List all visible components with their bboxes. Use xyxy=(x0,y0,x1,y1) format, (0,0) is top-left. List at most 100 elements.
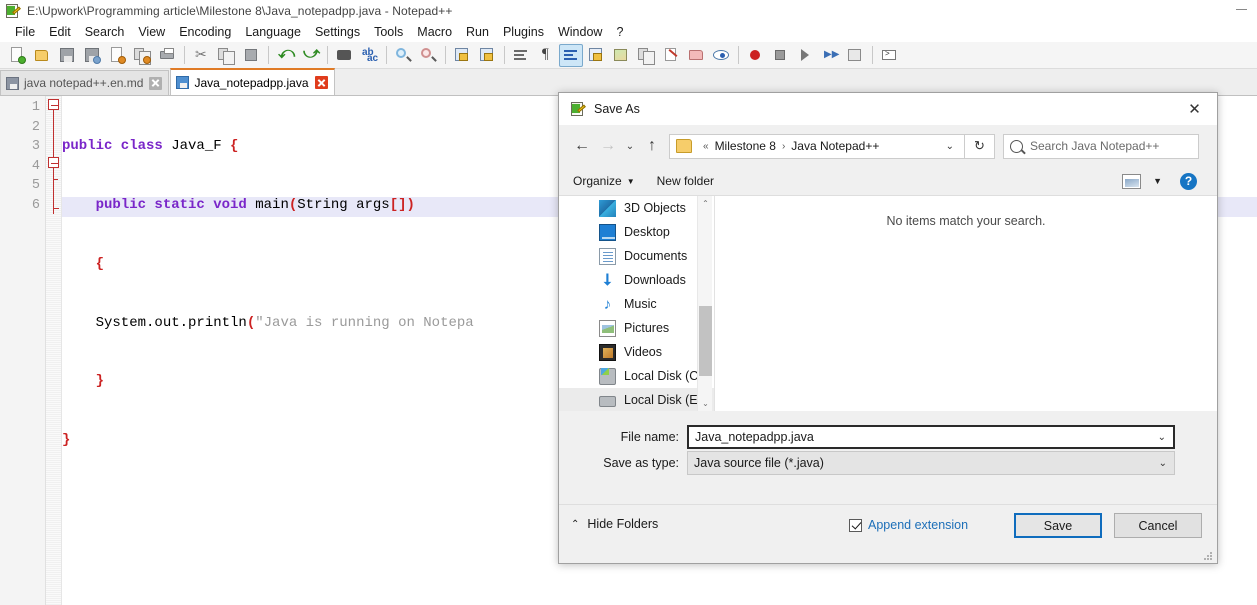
chevron-down-icon[interactable]: ▼ xyxy=(1153,176,1162,186)
menu-item-edit[interactable]: Edit xyxy=(42,23,78,41)
save-button[interactable]: Save xyxy=(1014,513,1102,538)
new-folder-button[interactable]: New folder xyxy=(657,174,714,188)
hide-folders-button[interactable]: ⌃ Hide Folders xyxy=(571,517,658,531)
filename-input[interactable]: Java_notepadpp.java ⌄ xyxy=(687,425,1175,449)
cancel-button[interactable]: Cancel xyxy=(1114,513,1202,538)
navigation-pane-scrollbar[interactable]: ⌃ ⌄ xyxy=(697,196,712,411)
zoom-out-icon xyxy=(419,46,437,64)
nav-item-videos[interactable]: Videos xyxy=(559,340,714,364)
copy-button[interactable] xyxy=(214,44,238,67)
sync-vertical-button[interactable] xyxy=(450,44,474,67)
breadcrumb-segment-milestone8[interactable]: Milestone 8 xyxy=(715,139,776,153)
menu-item-run[interactable]: Run xyxy=(459,23,496,41)
forward-button[interactable]: → xyxy=(595,133,621,159)
chevron-down-icon[interactable]: ⌄ xyxy=(938,141,962,152)
close-icon[interactable] xyxy=(314,76,328,89)
macro-save-button[interactable] xyxy=(843,44,867,67)
close-file-button[interactable] xyxy=(105,44,129,67)
fold-toggle-icon[interactable] xyxy=(48,157,59,168)
recent-locations-button[interactable]: ⌄ xyxy=(621,133,639,159)
zoom-in-button[interactable] xyxy=(391,44,415,67)
code-segment: "Java is running on Notepa xyxy=(255,314,474,331)
nav-item-pictures[interactable]: Pictures xyxy=(559,316,714,340)
file-list[interactable]: No items match your search. xyxy=(715,196,1217,411)
back-button[interactable]: ← xyxy=(569,133,595,159)
chevron-down-icon[interactable]: ⌄ xyxy=(1159,458,1170,469)
print-button[interactable] xyxy=(155,44,179,67)
zoom-out-button[interactable] xyxy=(416,44,440,67)
organize-button[interactable]: Organize ▼ xyxy=(573,174,635,188)
nav-item-3d-objects[interactable]: 3D Objects xyxy=(559,196,714,220)
menu-item-view[interactable]: View xyxy=(131,23,172,41)
search-input[interactable]: Search Java Notepad++ xyxy=(1003,133,1199,159)
chevron-down-icon[interactable]: ⌄ xyxy=(1158,432,1169,443)
folder-as-workspace-button[interactable] xyxy=(684,44,708,67)
redo-button[interactable]: ⤻ xyxy=(298,44,322,67)
append-extension-label: Append extension xyxy=(868,518,969,532)
close-icon[interactable]: ✕ xyxy=(1172,93,1217,125)
user-defined-dialog-button[interactable] xyxy=(584,44,608,67)
macro-playback-multiple-button[interactable]: ▶▶ xyxy=(818,44,842,67)
help-icon[interactable]: ? xyxy=(1180,172,1197,190)
monitoring-button[interactable] xyxy=(709,44,733,67)
macro-play-button[interactable] xyxy=(793,44,817,67)
menu-item-search[interactable]: Search xyxy=(78,23,132,41)
tab-java-notepadpp-en-md[interactable]: java notepad++.en.md xyxy=(0,70,170,95)
show-all-characters-icon: ¶ xyxy=(542,46,549,62)
edit-document-button[interactable] xyxy=(659,44,683,67)
resize-grip[interactable] xyxy=(1204,550,1214,560)
scroll-down-icon[interactable]: ⌄ xyxy=(698,396,713,411)
function-list-button[interactable] xyxy=(634,44,658,67)
indent-guideline-button[interactable] xyxy=(559,43,583,67)
nav-item-downloads[interactable]: ⭣ Downloads xyxy=(559,268,714,292)
macro-stop-button[interactable] xyxy=(768,44,792,67)
menu-item-encoding[interactable]: Encoding xyxy=(172,23,238,41)
nav-item-local-disk-c[interactable]: Local Disk (C:) xyxy=(559,364,714,388)
menu-item-help[interactable]: ? xyxy=(609,23,630,41)
breadcrumb-overflow[interactable]: « xyxy=(703,141,709,152)
paste-button[interactable] xyxy=(239,44,263,67)
fold-toggle-icon[interactable] xyxy=(48,99,59,110)
navigation-pane[interactable]: 3D Objects Desktop Documents ⭣ Downloads… xyxy=(559,196,714,411)
sync-horizontal-button[interactable] xyxy=(475,44,499,67)
menu-item-file[interactable]: File xyxy=(8,23,42,41)
breadcrumb-segment-java-notepadpp[interactable]: Java Notepad++ xyxy=(791,139,879,153)
menu-item-macro[interactable]: Macro xyxy=(410,23,459,41)
close-all-button[interactable] xyxy=(130,44,154,67)
close-icon[interactable] xyxy=(149,76,163,90)
menu-item-window[interactable]: Window xyxy=(551,23,609,41)
minimize-button[interactable] xyxy=(1236,9,1247,10)
document-map-button[interactable] xyxy=(609,44,633,67)
scroll-up-icon[interactable]: ⌃ xyxy=(698,196,713,211)
nav-item-local-disk-e[interactable]: Local Disk (E:) xyxy=(559,388,714,411)
change-view-icon[interactable] xyxy=(1122,173,1142,189)
menu-item-plugins[interactable]: Plugins xyxy=(496,23,551,41)
menu-item-settings[interactable]: Settings xyxy=(308,23,367,41)
code-folding-column[interactable] xyxy=(46,96,62,605)
word-wrap-button[interactable] xyxy=(509,44,533,67)
up-button[interactable]: ↑ xyxy=(639,133,665,159)
show-all-characters-button[interactable]: ¶ xyxy=(534,44,558,67)
menu-item-tools[interactable]: Tools xyxy=(367,23,410,41)
cut-button[interactable]: ✂ xyxy=(189,44,213,67)
address-bar[interactable]: « Milestone 8 › Java Notepad++ ⌄ xyxy=(669,133,965,159)
refresh-button[interactable]: ↻ xyxy=(965,133,995,159)
undo-button[interactable]: ⤺ xyxy=(273,44,297,67)
menu-item-language[interactable]: Language xyxy=(238,23,308,41)
find-button[interactable] xyxy=(332,44,356,67)
nav-item-documents[interactable]: Documents xyxy=(559,244,714,268)
save-all-button[interactable] xyxy=(80,44,104,67)
open-file-button[interactable] xyxy=(30,44,54,67)
save-button[interactable] xyxy=(55,44,79,67)
checkbox-checked-icon[interactable] xyxy=(849,518,862,532)
append-extension-checkbox[interactable]: Append extension xyxy=(849,518,968,532)
scrollbar-thumb[interactable] xyxy=(699,306,712,376)
run-console-button[interactable] xyxy=(877,44,901,67)
nav-item-desktop[interactable]: Desktop xyxy=(559,220,714,244)
filetype-select[interactable]: Java source file (*.java) ⌄ xyxy=(687,451,1175,475)
replace-button[interactable]: ab ac xyxy=(357,44,381,67)
tab-java-notepadpp-java[interactable]: Java_notepadpp.java xyxy=(170,68,335,95)
nav-item-music[interactable]: ♪ Music xyxy=(559,292,714,316)
macro-record-button[interactable] xyxy=(743,44,767,67)
new-file-button[interactable] xyxy=(5,44,29,67)
